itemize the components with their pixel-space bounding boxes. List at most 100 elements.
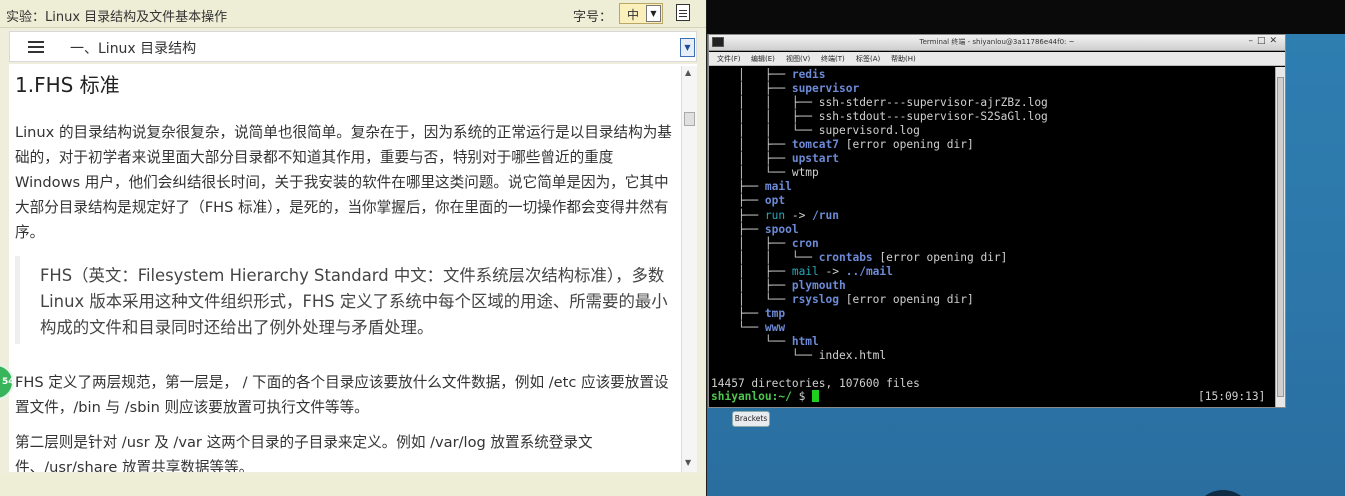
line-suffix: [error opening dir] <box>872 250 1008 264</box>
terminal-line: │ │ ├── ssh-stderr---supervisor-ajrZBz.l… <box>711 96 1048 110</box>
chevron-down-icon[interactable]: ▼ <box>646 5 661 22</box>
terminal-line: │ └── wtmp <box>711 166 819 180</box>
lab-header: 实验：Linux 目录结构及文件基本操作 字号： 中 ▼ <box>0 0 706 28</box>
terminal-prompt[interactable]: shiyanlou:~/ $ <box>711 390 820 404</box>
terminal-line: │ ├── tomcat7 [error opening dir] <box>711 138 974 152</box>
menu-help[interactable]: 帮助(H) <box>891 54 916 64</box>
terminal-scrollbar[interactable] <box>1275 67 1285 407</box>
tree-branch: │ └── <box>711 166 792 180</box>
desktop: Terminal 终端 - shiyanlou@3a11786e44f0: ~ … <box>707 0 1345 496</box>
font-size-select[interactable]: 中 ▼ <box>619 3 663 24</box>
screen: 实验：Linux 目录结构及文件基本操作 字号： 中 ▼ 一、Linux 目录结… <box>0 0 1345 496</box>
window-controls[interactable]: –□✕ <box>1248 36 1281 46</box>
terminal-line: │ ├── upstart <box>711 152 839 166</box>
line-suffix: -> <box>785 208 813 222</box>
list-icon[interactable] <box>28 41 44 53</box>
desktop-bottom <box>707 486 1345 496</box>
tree-branch: └── <box>711 320 765 334</box>
directory-name: opt <box>764 194 786 208</box>
toc-bar[interactable]: 一、Linux 目录结构 ▼ <box>9 31 697 62</box>
menu-edit[interactable]: 编辑(E) <box>751 54 775 64</box>
terminal-line: │ │ └── crontabs [error opening dir] <box>711 251 1007 265</box>
tree-branch: │ │ ├── <box>711 110 819 124</box>
terminal-menubar: 文件(F) 编辑(E) 视图(V) 终端(T) 标签(A) 帮助(H) <box>709 52 1285 66</box>
tree-branch: │ │ └── <box>711 124 819 138</box>
lab-panel: 实验：Linux 目录结构及文件基本操作 字号： 中 ▼ 一、Linux 目录结… <box>0 0 706 496</box>
terminal-line: └── html <box>711 335 819 349</box>
terminal-scroll-thumb[interactable] <box>1277 77 1284 397</box>
line-suffix: -> <box>818 264 846 278</box>
terminal-titlebar[interactable]: Terminal 终端 - shiyanlou@3a11786e44f0: ~ … <box>709 35 1285 51</box>
menu-file[interactable]: 文件(F) <box>717 54 741 64</box>
directory-name: html <box>791 334 819 348</box>
lab-footer <box>0 474 706 496</box>
terminal-line: └── www <box>711 321 785 335</box>
paragraph: 第二层则是针对 /usr 及 /var 这两个目录的子目录来定义。例如 /var… <box>15 434 593 472</box>
minimize-icon[interactable]: – <box>1248 36 1257 46</box>
directory-name: crontabs <box>818 250 873 264</box>
file-name: wtmp <box>791 166 819 180</box>
tree-branch: ├── <box>711 208 765 222</box>
close-icon[interactable]: ✕ <box>1269 36 1281 46</box>
blockquote: FHS（英文：Filesystem Hierarchy Standard 中文：… <box>15 256 675 344</box>
directory-name: tmp <box>764 306 786 320</box>
prompt-symbol: $ <box>791 390 813 403</box>
tree-branch: │ ├── <box>711 236 792 250</box>
terminal-line: │ └── rsyslog [error opening dir] <box>711 293 974 307</box>
tree-branch: ├── <box>711 306 765 320</box>
terminal-line: ├── opt <box>711 194 785 208</box>
menu-tabs[interactable]: 标签(A) <box>856 54 880 64</box>
symlink-name: run <box>764 208 786 222</box>
scroll-up-icon[interactable]: ▲ <box>685 68 691 77</box>
document-content: 1.FHS 标准 Linux 的目录结构说复杂很复杂，说简单也很简单。复杂在于，… <box>9 64 697 472</box>
file-name: 14457 directories, 107600 files <box>711 377 920 391</box>
file-name: supervisord.log <box>818 124 920 138</box>
terminal-line: ├── tmp <box>711 307 785 321</box>
terminal-line: ├── spool <box>711 223 799 237</box>
directory-name: www <box>764 320 786 334</box>
scroll-thumb[interactable] <box>684 112 695 126</box>
paragraph: Linux 的目录结构说复杂很复杂，说简单也很简单。复杂在于，因为系统的正常运行… <box>15 124 672 241</box>
directory-name: rsyslog <box>791 292 839 306</box>
document-icon[interactable] <box>676 4 690 21</box>
line-suffix: [error opening dir] <box>838 292 974 306</box>
terminal-output[interactable]: │ ├── redis │ ├── supervisor │ │ ├── ssh… <box>711 68 1271 406</box>
maximize-icon[interactable]: □ <box>1257 36 1270 46</box>
terminal-title: Terminal 终端 - shiyanlou@3a11786e44f0: ~ <box>919 38 1075 46</box>
tree-branch: │ │ └── <box>711 250 819 264</box>
toc-dropdown-icon[interactable]: ▼ <box>680 38 695 57</box>
desktop-top-bar <box>707 0 1345 34</box>
scroll-down-icon[interactable]: ▼ <box>685 458 691 467</box>
prompt-user: shiyanlou:~/ <box>711 390 792 403</box>
directory-name: redis <box>791 68 826 81</box>
terminal-line: │ ├── cron <box>711 237 819 251</box>
tree-branch: │ ├── <box>711 138 792 152</box>
section-heading: 1.FHS 标准 <box>15 73 120 97</box>
directory-name: mail <box>764 180 792 194</box>
file-name: ssh-stdout---supervisor-S2SaGl.log <box>818 110 1048 124</box>
directory-name: cron <box>791 236 819 250</box>
document-scrollbar[interactable]: ▲ ▼ <box>681 66 697 472</box>
taskbar-brackets-button[interactable]: Brackets <box>732 411 770 427</box>
directory-name: upstart <box>791 152 839 166</box>
terminal-cursor <box>812 390 820 402</box>
paragraph: FHS 定义了两层规范，第一层是， / 下面的各个目录应该要放什么文件数据，例如… <box>15 374 669 416</box>
badge-text: 54 <box>2 377 15 387</box>
lab-title: 实验：Linux 目录结构及文件基本操作 <box>6 10 228 25</box>
terminal-window[interactable]: Terminal 终端 - shiyanlou@3a11786e44f0: ~ … <box>708 34 1286 408</box>
tree-branch: │ ├── <box>711 68 792 81</box>
terminal-line: ├── run -> /run <box>711 209 839 223</box>
terminal-clock: [15:09:13] <box>1198 390 1266 403</box>
terminal-line: │ │ ├── ssh-stdout---supervisor-S2SaGl.l… <box>711 110 1048 124</box>
terminal-line: └── index.html <box>711 349 886 363</box>
directory-name: spool <box>764 222 799 236</box>
terminal-line: ├── mail <box>711 180 792 194</box>
tree-branch: ├── <box>711 180 765 194</box>
menu-view[interactable]: 视图(V) <box>786 54 810 64</box>
tree-branch: │ ├── <box>711 264 792 278</box>
file-name: ssh-stderr---supervisor-ajrZBz.log <box>818 96 1048 110</box>
directory-name: plymouth <box>791 278 846 292</box>
terminal-line: │ │ └── supervisord.log <box>711 124 920 138</box>
menu-terminal[interactable]: 终端(T) <box>821 54 845 64</box>
tree-branch: │ ├── <box>711 152 792 166</box>
